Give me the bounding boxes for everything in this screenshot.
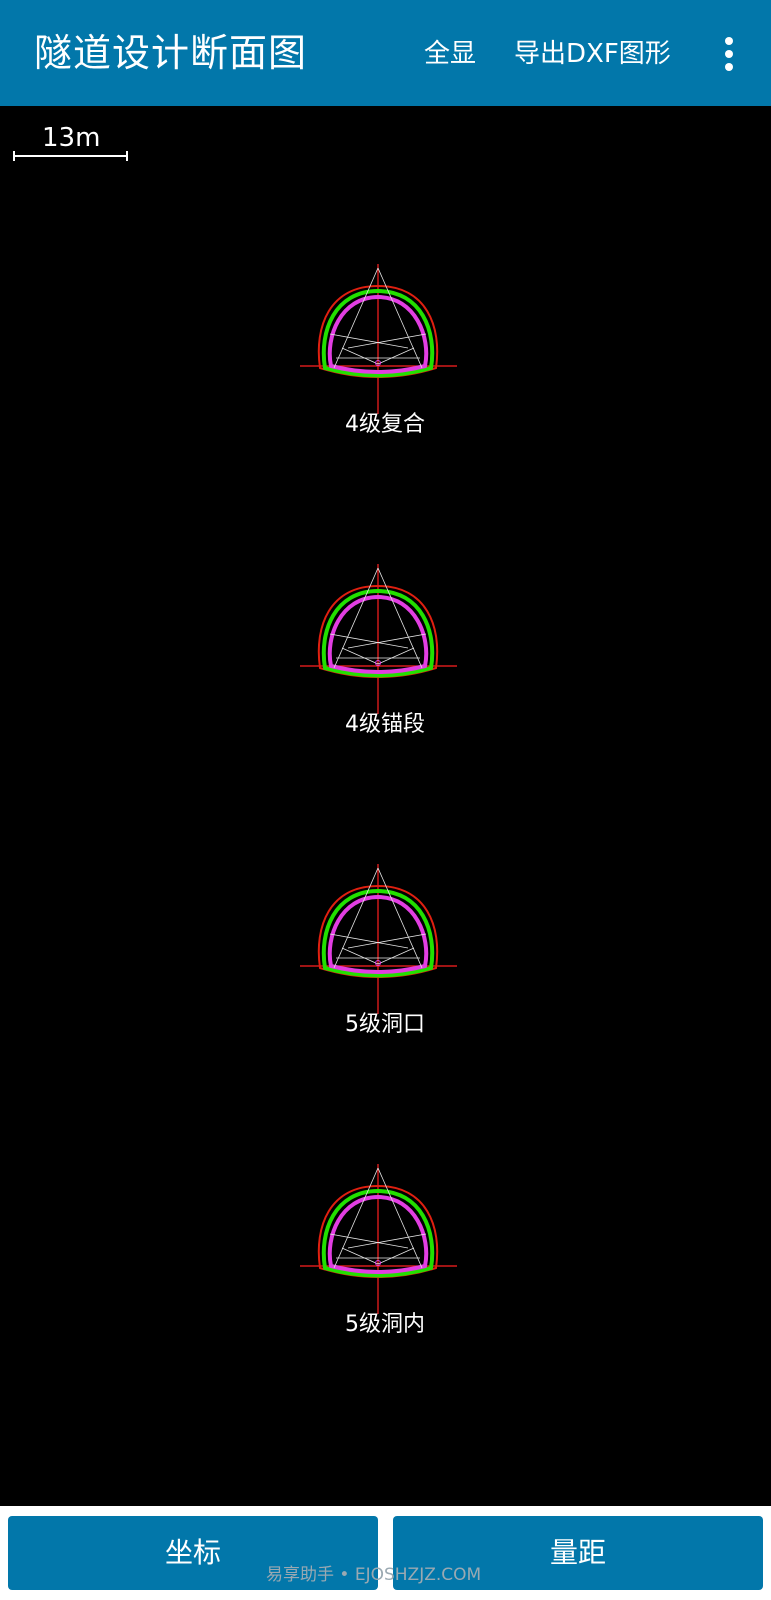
scale-tick-right	[126, 151, 128, 161]
fit-all-button[interactable]: 全显	[424, 34, 476, 74]
scale-bar: 13m	[12, 123, 130, 161]
scale-line	[14, 155, 128, 157]
construction-line	[329, 633, 409, 649]
tunnel-section-3[interactable]: 5级洞口	[295, 864, 475, 1064]
construction-line	[347, 1233, 427, 1249]
scale-label: 13m	[42, 123, 101, 153]
section-label: 5级洞内	[345, 1312, 425, 1337]
section-label: 5级洞口	[345, 1012, 425, 1037]
construction-line	[341, 947, 379, 965]
construction-line	[347, 633, 427, 649]
app-bar: 隧道设计断面图 全显 导出DXF图形	[0, 0, 771, 106]
section-label: 4级复合	[345, 412, 425, 437]
construction-line	[329, 933, 409, 949]
construction-line	[347, 333, 427, 349]
construction-line	[377, 647, 415, 665]
construction-line	[329, 333, 409, 349]
construction-line	[341, 647, 379, 665]
construction-line	[341, 1247, 379, 1265]
construction-line	[347, 933, 427, 949]
export-dxf-button[interactable]: 导出DXF图形	[514, 34, 671, 74]
tunnel-section-drawing	[300, 564, 457, 714]
tunnel-section-1[interactable]: 4级复合	[295, 264, 475, 464]
watermark: 易享助手 • EJOSHZJZ.COM	[266, 1565, 482, 1585]
tunnel-section-drawing	[300, 864, 457, 1014]
tunnel-section-2[interactable]: 4级锚段	[295, 564, 475, 764]
more-vert-icon[interactable]	[712, 34, 744, 74]
construction-line	[377, 347, 415, 365]
app-title: 隧道设计断面图	[34, 31, 308, 75]
section-label: 4级锚段	[345, 712, 425, 737]
tunnel-section-drawing	[300, 1164, 457, 1314]
tunnel-section-4[interactable]: 5级洞内	[295, 1164, 475, 1364]
construction-line	[341, 347, 379, 365]
construction-line	[377, 1247, 415, 1265]
construction-line	[377, 947, 415, 965]
tunnel-section-drawing	[300, 264, 457, 414]
scale-tick-left	[13, 151, 15, 161]
construction-line	[329, 1233, 409, 1249]
